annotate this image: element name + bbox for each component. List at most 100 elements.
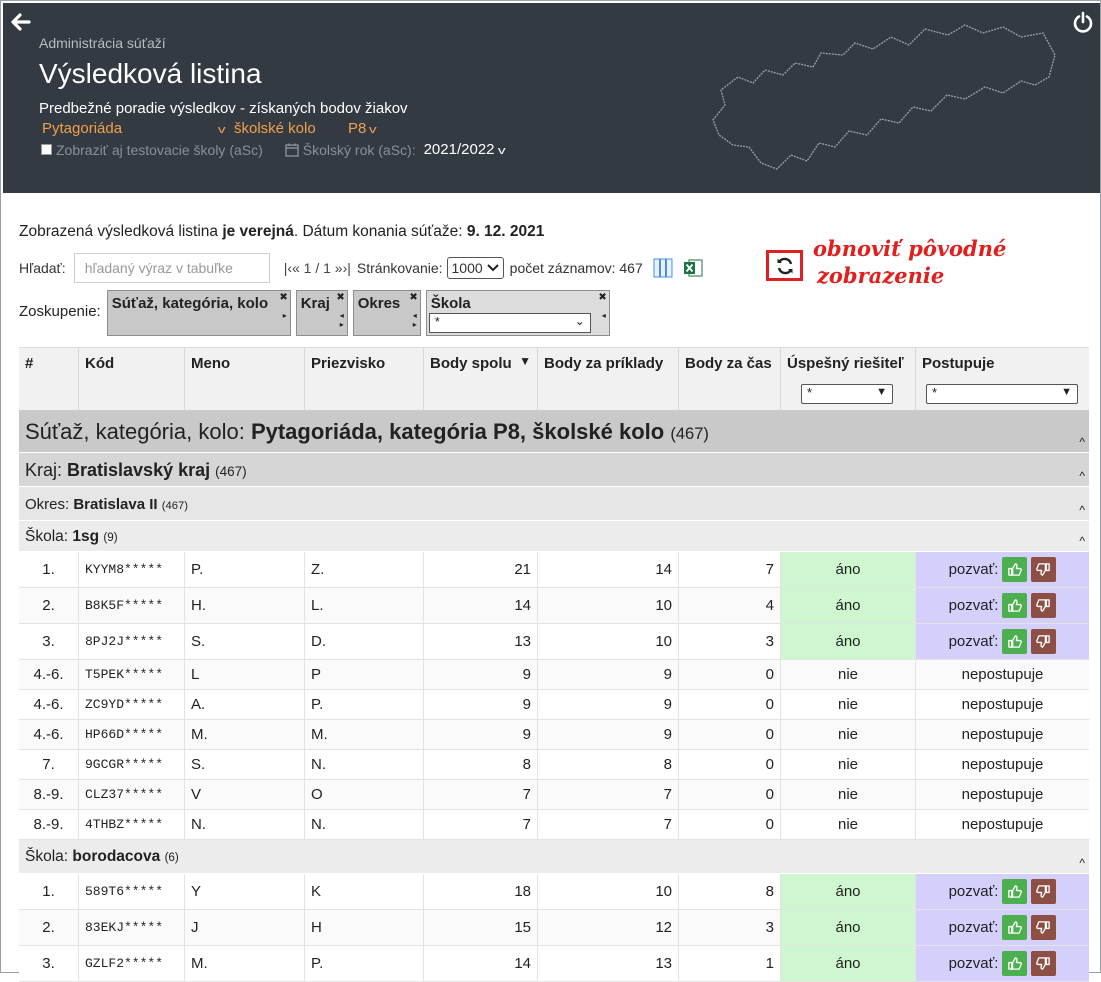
col-first-name[interactable]: Meno xyxy=(185,348,305,410)
col-last-name[interactable]: Priezvisko xyxy=(305,348,424,410)
excel-export-icon[interactable] xyxy=(683,258,703,278)
thumbs-up-icon[interactable] xyxy=(1002,629,1028,654)
thumbs-up-icon[interactable] xyxy=(1002,951,1028,976)
cell-rank: 1. xyxy=(19,552,79,587)
pagination[interactable]: |‹« 1 / 1 »›| xyxy=(284,260,351,276)
thumbs-down-icon[interactable] xyxy=(1031,915,1057,940)
columns-icon[interactable] xyxy=(653,258,673,278)
cell-rank: 4.-6. xyxy=(19,660,79,689)
col-rank[interactable]: # xyxy=(19,348,79,410)
table-row: 1. KYYM8***** P. Z. 21 14 7 áno pozvať: xyxy=(19,552,1089,588)
search-input[interactable]: hľadaný výraz v tabuľke xyxy=(73,253,270,283)
cell-time-points: 8 xyxy=(679,874,781,909)
round-select[interactable]: školské kolo xyxy=(234,120,316,137)
group-region-header[interactable]: Kraj: Bratislavský kraj (467) ^ xyxy=(19,453,1089,487)
collapse-icon[interactable]: ^ xyxy=(1079,469,1085,483)
cell-task-points: 7 xyxy=(538,810,679,839)
thumbs-down-icon[interactable] xyxy=(1031,879,1057,904)
chevron-down-icon: ▼ xyxy=(1061,386,1072,398)
arrows-icon[interactable]: ◂ ▸ xyxy=(413,311,417,329)
cell-rank: 1. xyxy=(19,874,79,909)
close-icon[interactable]: ✖ xyxy=(598,292,606,303)
chevron-down-icon: v xyxy=(369,124,377,136)
cell-first-name: Y xyxy=(185,874,305,909)
cell-advances: pozvať: xyxy=(916,946,1089,981)
col-code[interactable]: Kód xyxy=(79,348,185,410)
col-successful[interactable]: Úspešný riešiteľ * ▼ xyxy=(781,348,916,410)
category-select[interactable]: P8 v xyxy=(348,120,377,137)
paging-select[interactable]: 1000 xyxy=(446,257,504,279)
competition-select[interactable]: Pytagoriáda xyxy=(42,120,122,137)
table-row: 7. 9GCGR***** S. N. 8 8 0 nie nepostupuje xyxy=(19,750,1089,780)
col-advances[interactable]: Postupuje * ▼ xyxy=(916,348,1089,410)
cell-total-points: 9 xyxy=(424,690,538,719)
cell-last-name: N. xyxy=(305,750,424,779)
close-icon[interactable]: ✖ xyxy=(409,292,417,303)
paging-label: Stránkovanie: xyxy=(356,260,443,276)
table-row: 4.-6. ZC9YD***** A. P. 9 9 0 nie nepostupuje xyxy=(19,690,1089,720)
refresh-view-button[interactable] xyxy=(766,250,803,281)
thumbs-down-icon[interactable] xyxy=(1031,629,1057,654)
advance-filter-select[interactable]: * ▼ xyxy=(926,384,1078,404)
breadcrumb-admin[interactable]: Administrácia súťaží xyxy=(39,35,166,51)
group-chip-region[interactable]: Kraj ✖ ◂ ▸ xyxy=(295,290,348,336)
cell-time-points: 0 xyxy=(679,750,781,779)
cell-advances: pozvať: xyxy=(916,624,1089,659)
group-chip-district[interactable]: Okres ✖ ◂ ▸ xyxy=(352,290,421,336)
cell-task-points: 8 xyxy=(538,750,679,779)
col-time-points[interactable]: Body za čas xyxy=(679,348,781,410)
cell-first-name: J xyxy=(185,910,305,945)
thumbs-up-icon[interactable] xyxy=(1002,915,1028,940)
arrow-right-icon[interactable]: ▸ xyxy=(283,311,287,320)
close-icon[interactable]: ✖ xyxy=(279,292,287,303)
arrows-icon[interactable]: ◂ ▸ xyxy=(340,311,344,329)
school-year-select[interactable]: 2021/2022 v xyxy=(424,141,506,158)
cell-advances: nepostupuje xyxy=(961,786,1044,803)
thumbs-up-icon[interactable] xyxy=(1002,593,1028,618)
successful-filter-select[interactable]: * ▼ xyxy=(801,384,893,404)
close-icon[interactable]: ✖ xyxy=(336,292,344,303)
cell-advances: nepostupuje xyxy=(961,666,1044,683)
arrow-left-icon[interactable]: ◂ xyxy=(602,311,606,320)
cell-code: 4THBZ***** xyxy=(79,810,185,839)
thumbs-up-icon[interactable] xyxy=(1002,879,1028,904)
thumbs-down-icon[interactable] xyxy=(1031,951,1057,976)
col-task-points[interactable]: Body za príklady xyxy=(538,348,679,410)
cell-first-name: P. xyxy=(185,552,305,587)
back-arrow-icon[interactable] xyxy=(9,11,31,33)
annotation-refresh: obnoviť pôvodné zobrazenie xyxy=(813,236,1007,288)
power-icon[interactable] xyxy=(1072,11,1094,33)
collapse-icon[interactable]: ^ xyxy=(1079,534,1085,548)
cell-successful: áno xyxy=(781,588,916,623)
school-filter-select[interactable]: * ⌄ xyxy=(428,313,591,333)
group-competition-header[interactable]: Súťaž, kategória, kolo: Pytagoriáda, kat… xyxy=(19,411,1089,453)
chevron-down-icon[interactable]: v xyxy=(215,120,226,137)
cell-successful: áno xyxy=(781,552,916,587)
cell-time-points: 1 xyxy=(679,946,781,981)
group-school-header[interactable]: Škola: borodacova (6) ^ xyxy=(19,840,1089,874)
collapse-icon[interactable]: ^ xyxy=(1079,503,1085,517)
group-chip-competition[interactable]: Súťaž, kategória, kolo ✖ ▸ xyxy=(106,290,291,336)
thumbs-down-icon[interactable] xyxy=(1031,593,1057,618)
col-total-points[interactable]: Body spolu ▼ xyxy=(424,348,538,410)
cell-code: HP66D***** xyxy=(79,720,185,749)
grouping-bar: Zoskupenie: Súťaž, kategória, kolo ✖ ▸ K… xyxy=(19,290,615,336)
thumbs-up-icon[interactable] xyxy=(1002,557,1028,582)
results-table: # Kód Meno Priezvisko Body spolu ▼ Body … xyxy=(19,347,1089,982)
thumbs-down-icon[interactable] xyxy=(1031,557,1057,582)
group-chip-school[interactable]: Škola ✖ ◂ * ⌄ xyxy=(425,290,610,336)
cell-first-name: M. xyxy=(185,720,305,749)
group-district-header[interactable]: Okres: Bratislava II (467) ^ xyxy=(19,487,1089,521)
collapse-icon[interactable]: ^ xyxy=(1079,435,1085,449)
chevron-down-icon: v xyxy=(497,145,506,157)
collapse-icon[interactable]: ^ xyxy=(1079,856,1085,870)
competition-date: 9. 12. 2021 xyxy=(466,223,545,240)
test-schools-checkbox[interactable] xyxy=(41,144,52,155)
cell-code: GZLF2***** xyxy=(79,946,185,981)
table-row: 8.-9. 4THBZ***** N. N. 7 7 0 nie nepostupuje xyxy=(19,810,1089,840)
cell-total-points: 13 xyxy=(424,624,538,659)
cell-code: T5PEK***** xyxy=(79,660,185,689)
group-school-header[interactable]: Škola: 1sg (9) ^ xyxy=(19,521,1089,552)
cell-time-points: 0 xyxy=(679,660,781,689)
cell-code: KYYM8***** xyxy=(79,552,185,587)
